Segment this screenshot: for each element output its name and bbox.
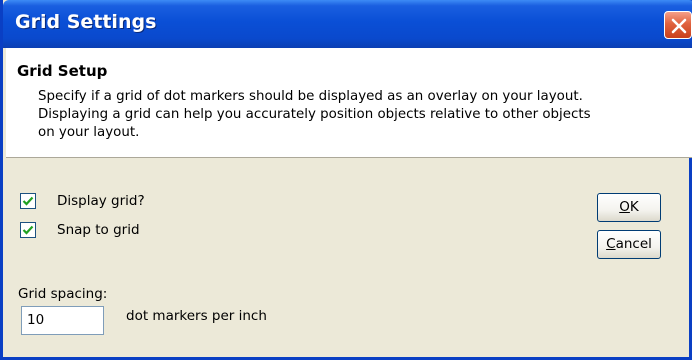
- grid-spacing-unit-label: dot markers per inch: [126, 308, 267, 324]
- snap-to-grid-checkbox[interactable]: [20, 222, 36, 238]
- close-icon: [671, 18, 687, 34]
- grid-settings-dialog: Grid Settings Grid Setup Specify if a gr…: [0, 0, 692, 360]
- description-line: on your layout.: [38, 125, 140, 140]
- window-title: Grid Settings: [15, 11, 157, 33]
- ok-button[interactable]: OK: [597, 193, 661, 222]
- display-grid-checkbox[interactable]: [20, 193, 36, 209]
- ok-label: K: [629, 199, 639, 215]
- grid-spacing-input[interactable]: 10: [21, 306, 104, 335]
- grid-spacing-label: Grid spacing:: [18, 286, 108, 302]
- snap-to-grid-label[interactable]: Snap to grid: [57, 222, 140, 238]
- header-panel: Grid Setup Specify if a grid of dot mark…: [6, 48, 692, 158]
- cancel-label: ancel: [615, 236, 652, 252]
- section-description: Specify if a grid of dot markers should …: [38, 88, 688, 142]
- ok-accelerator: O: [619, 199, 630, 215]
- description-line: Specify if a grid of dot markers should …: [38, 89, 583, 104]
- cancel-button[interactable]: Cancel: [597, 230, 661, 259]
- close-button[interactable]: [664, 11, 692, 39]
- section-title: Grid Setup: [17, 62, 108, 80]
- title-bar[interactable]: Grid Settings: [3, 0, 692, 48]
- display-grid-label[interactable]: Display grid?: [57, 193, 145, 209]
- check-mark-icon: [22, 196, 34, 206]
- check-mark-icon: [22, 225, 34, 235]
- description-line: Displaying a grid can help you accuratel…: [38, 107, 591, 122]
- cancel-accelerator: C: [606, 236, 616, 252]
